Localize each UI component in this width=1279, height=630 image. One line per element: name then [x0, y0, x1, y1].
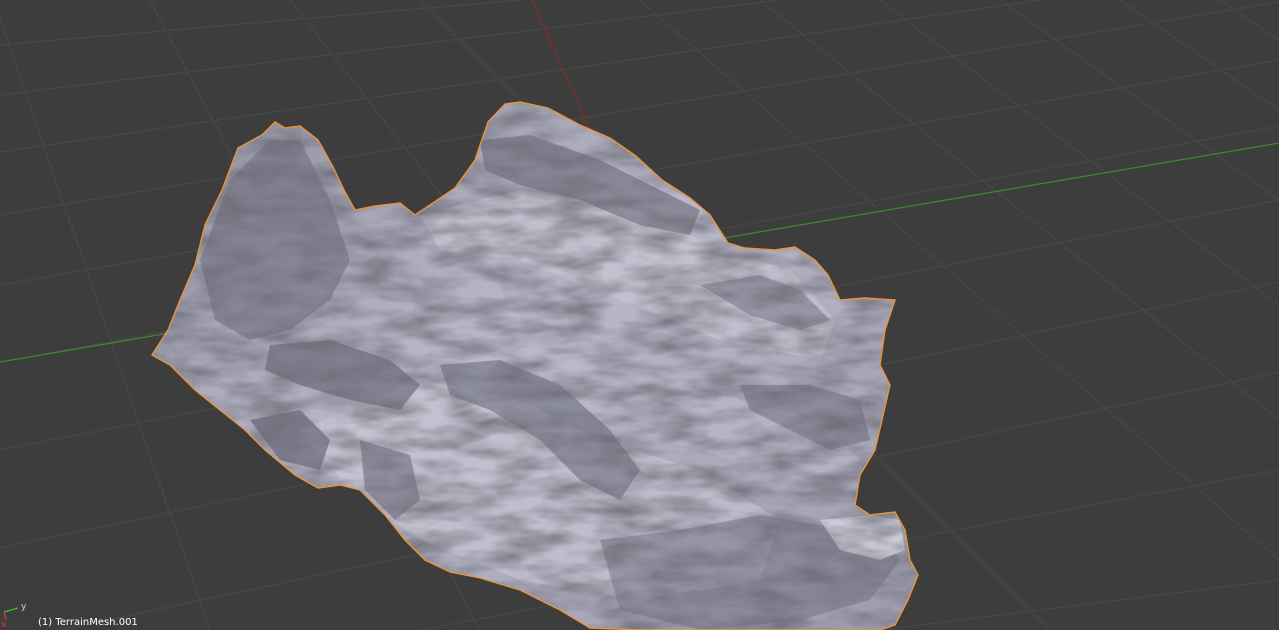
viewport-scene[interactable] [0, 0, 1279, 630]
3d-viewport[interactable]: y x (1) TerrainMesh.001 [0, 0, 1279, 630]
gizmo-x-axis [3, 611, 7, 621]
gizmo-x-label: x [1, 620, 7, 630]
active-object-label: (1) TerrainMesh.001 [38, 617, 138, 628]
gizmo-y-axis [3, 607, 19, 613]
gizmo-y-label: y [21, 602, 27, 612]
axis-gizmo: y x [1, 602, 27, 630]
terrain-mesh[interactable] [140, 95, 930, 630]
